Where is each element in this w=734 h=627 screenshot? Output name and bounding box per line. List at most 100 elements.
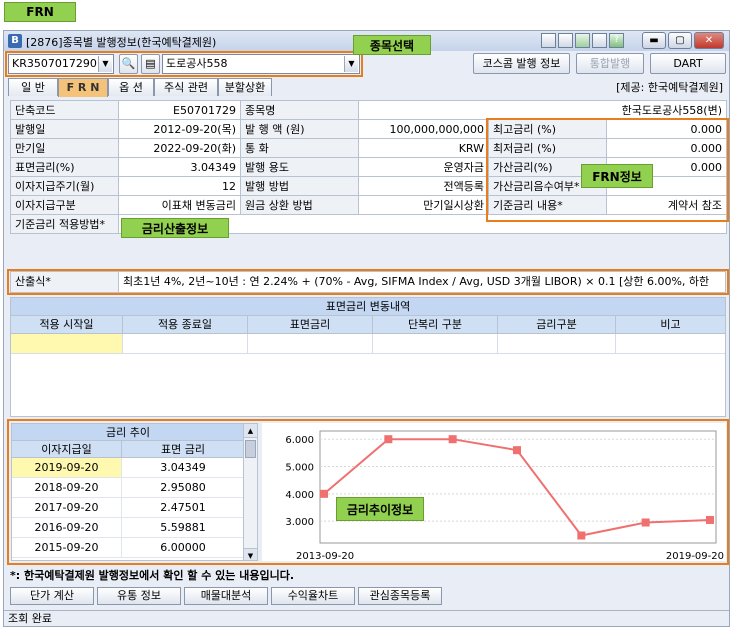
info-label: 만기일 (10, 138, 119, 158)
tab-option[interactable]: 옵 션 (108, 78, 154, 96)
formula-highlight (7, 269, 729, 295)
info-label: 발행 방법 (240, 176, 359, 196)
koscom-info-button[interactable]: 코스콤 발행 정보 (473, 53, 570, 74)
close-button[interactable]: ✕ (694, 32, 724, 49)
info-label: 종목명 (240, 100, 359, 120)
tab-installment[interactable]: 분할상환 (218, 78, 272, 96)
footer-note: *: 한국예탁결제원 발행정보에서 확인 할 수 있는 내용입니다. (10, 569, 295, 582)
info-label: 원금 상환 방법 (240, 195, 359, 215)
info-value: E50701729 (118, 100, 241, 120)
tab-general[interactable]: 일 반 (8, 78, 58, 96)
trend-col-date: 이자지급일 (12, 441, 122, 457)
x-end-label: 2019-09-20 (666, 551, 724, 561)
trend-date: 2016-09-20 (12, 518, 122, 537)
watchlist-add-button[interactable]: 관심종목등록 (358, 587, 442, 605)
rate-change-col: 단복리 구분 (373, 316, 498, 333)
trend-rate: 2.95080 (160, 481, 206, 494)
selector-callout: 종목선택 (353, 35, 431, 55)
rate-change-col: 금리구분 (498, 316, 616, 333)
window-title: [2876]종목별 발행정보(한국예탁결제원) (26, 36, 217, 49)
x-start-label: 2013-09-20 (296, 551, 354, 561)
trend-rate: 6.00000 (160, 541, 206, 554)
trend-row[interactable]: 2017-09-20 2.47501 (12, 498, 244, 518)
selector-highlight (5, 51, 363, 77)
info-label: 발행 용도 (240, 157, 359, 177)
trend-scrollbar[interactable]: ▲ ▼ (243, 424, 257, 560)
minimize-button[interactable]: ▬ (642, 32, 666, 49)
trend-row[interactable]: 2016-09-20 5.59881 (12, 518, 244, 538)
status-bar: 조회 완료 (4, 610, 729, 626)
trend-row[interactable]: 2018-09-20 2.95080 (12, 478, 244, 498)
excel-icon[interactable] (575, 33, 590, 48)
trend-rate: 5.59881 (160, 521, 206, 534)
export-icon[interactable] (558, 33, 573, 48)
info-label: 발 행 액 (원) (240, 119, 359, 139)
info-label: 표면금리(%) (10, 157, 119, 177)
y-tick-label: 4.000 (285, 490, 314, 501)
info-value: 만기일시상환 (358, 195, 489, 215)
volume-analysis-button[interactable]: 매물대분석 (184, 587, 268, 605)
trend-callout: 금리추이정보 (336, 497, 424, 521)
print-icon[interactable] (592, 33, 607, 48)
issue-info-window: B [2876]종목별 발행정보(한국예탁결제원) ? ▬ ▢ ✕ KR3507… (3, 30, 730, 627)
info-label: 이자지급구분 (10, 195, 119, 215)
info-label: 기준금리 적용방법* (10, 214, 119, 234)
rate-trend-chart: 6.000 5.000 4.000 3.000 2013-09-20 2019-09-20 (285, 430, 724, 562)
info-value: KRW (358, 138, 489, 158)
trend-date: 2018-09-20 (12, 478, 122, 497)
info-label: 단축코드 (10, 100, 119, 120)
trend-chart-panel: 6.000 5.000 4.000 3.000 2013-09-20 2019-09-20 (262, 423, 726, 562)
rate-change-col: 비고 (660, 318, 681, 331)
info-value: 100,000,000,000 (358, 119, 489, 139)
data-point (513, 446, 521, 455)
help-icon[interactable]: ? (609, 33, 624, 48)
trend-table-title: 금리 추이 (12, 424, 244, 441)
yield-chart-button[interactable]: 수익율차트 (271, 587, 355, 605)
rate-change-col: 적용 종료일 (123, 316, 248, 333)
trend-rate: 2.47501 (160, 501, 206, 514)
trend-col-rate: 표면 금리 (161, 443, 205, 456)
frn-callout: FRN정보 (581, 164, 653, 188)
info-value: 전액등록 (358, 176, 489, 196)
rate-change-panel: 표면금리 변동내역 적용 시작일 적용 종료일 표면금리 단복리 구분 금리구분 비고 (10, 297, 726, 417)
data-point (384, 435, 393, 444)
info-value: 2022-09-20(화) (118, 138, 241, 158)
info-value: 운영자금 (358, 157, 489, 177)
source-note: [제공: 한국예탁결제원] (616, 81, 723, 94)
info-value: 2012-09-20(목) (118, 119, 241, 139)
info-label: 발행일 (10, 119, 119, 139)
integrated-issue-button[interactable]: 통합발행 (576, 53, 644, 74)
trend-row[interactable]: 2015-09-20 6.00000 (12, 538, 244, 558)
y-tick-label: 6.000 (285, 435, 314, 446)
info-row: 단축코드 E50701729 종목명 한국도로공사558(변) (10, 100, 728, 120)
data-point (448, 435, 457, 444)
trend-rate: 3.04349 (160, 461, 206, 474)
trend-table: 금리 추이 이자지급일 표면 금리 2019-09-20 3.04349 2018-… (11, 423, 258, 561)
data-point (641, 518, 650, 527)
info-label: 통 화 (240, 138, 359, 158)
data-point (320, 489, 328, 498)
link-icon[interactable] (541, 33, 556, 48)
trend-date: 2019-09-20 (12, 458, 122, 477)
rate-change-col: 표면금리 (248, 316, 373, 333)
rate-calc-callout: 금리산출정보 (121, 218, 229, 238)
trend-row[interactable]: 2019-09-20 3.04349 (12, 458, 244, 478)
tab-stock[interactable]: 주식 관련 (154, 78, 218, 96)
info-value: 이표채 변동금리 (118, 195, 241, 215)
trade-info-button[interactable]: 유통 정보 (97, 587, 181, 605)
info-value: 한국도로공사558(변) (357, 100, 728, 120)
dart-button[interactable]: DART (650, 53, 726, 74)
trend-date: 2015-09-20 (12, 538, 122, 557)
y-tick-label: 5.000 (285, 463, 314, 474)
rate-change-columns: 적용 시작일 적용 종료일 표면금리 단복리 구분 금리구분 비고 (11, 316, 725, 334)
price-calc-button[interactable]: 단가 계산 (10, 587, 94, 605)
maximize-button[interactable]: ▢ (668, 32, 692, 49)
frn-title-tag: FRN (4, 2, 76, 22)
rate-change-header-title: 표면금리 변동내역 (11, 298, 725, 316)
info-value: 12 (118, 176, 241, 196)
y-tick-label: 3.000 (285, 517, 314, 528)
rate-change-row[interactable] (11, 334, 725, 354)
trend-date: 2017-09-20 (12, 498, 122, 517)
tab-frn[interactable]: F R N (58, 78, 108, 97)
info-value: 3.04349 (118, 157, 241, 177)
